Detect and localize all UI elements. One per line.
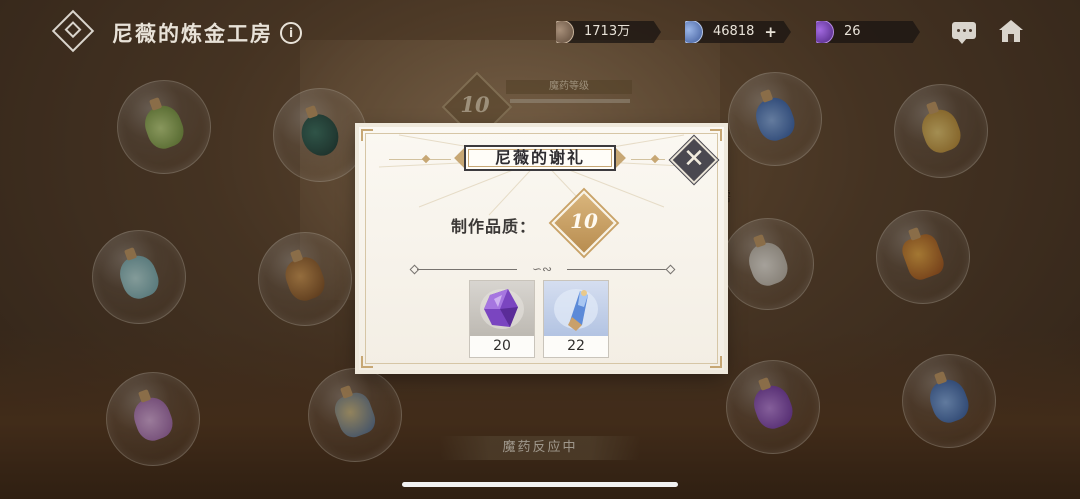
purple-crystal-icon [470, 281, 534, 337]
chat-dot [957, 29, 960, 32]
blue-crystal-icon [544, 281, 608, 337]
close-icon[interactable]: ✕ [677, 143, 711, 177]
resource-gold: 1713万 [556, 21, 661, 43]
reward-dialog: 尼薇的谢礼 ✕ 制作品质： 10 ∽∾ 20 22 [359, 127, 724, 370]
divider-line [417, 269, 517, 270]
add-crystal-button[interactable]: + [764, 21, 777, 43]
resource-gold-value: 1713万 [584, 24, 631, 39]
quality-label: 制作品质： [451, 217, 537, 236]
home-indicator-bar[interactable] [402, 482, 678, 487]
crystal-icon [685, 21, 703, 43]
page-title: 尼薇的炼金工房 [112, 21, 273, 46]
info-icon[interactable]: i [280, 22, 302, 44]
reward-item[interactable]: 20 [469, 280, 535, 358]
reward-item[interactable]: 22 [543, 280, 609, 358]
chat-dot [963, 29, 966, 32]
home-icon[interactable] [999, 20, 1023, 42]
modal-title: 尼薇的谢礼 [494, 148, 585, 167]
reward-count: 20 [470, 336, 534, 357]
corner-ornament [710, 356, 722, 368]
reward-count: 22 [544, 336, 608, 357]
back-icon[interactable] [51, 9, 95, 53]
divider-line [567, 269, 667, 270]
divider-diamond [665, 264, 676, 275]
title-line-left [389, 159, 451, 160]
chat-icon[interactable] [952, 22, 976, 44]
quality-value: 10 [570, 209, 598, 233]
gold-coin-icon [556, 21, 574, 43]
resource-crystal-value: 46818 [713, 24, 755, 39]
purple-gem-icon [816, 21, 834, 43]
ornamental-divider: ∽∾ [409, 262, 676, 276]
home-door [1008, 34, 1014, 42]
modal-title-banner: 尼薇的谢礼 [454, 145, 626, 173]
top-bar: 尼薇的炼金工房 i 1713万 46818 + 26 [0, 0, 1080, 62]
resource-gem: 26 [816, 21, 920, 43]
chat-dot [969, 29, 972, 32]
corner-ornament [361, 356, 373, 368]
resource-gem-value: 26 [844, 24, 861, 39]
divider-ornament: ∽∾ [531, 262, 553, 276]
resource-crystal: 46818 + [685, 21, 791, 43]
title-line-right [631, 159, 665, 160]
home-roof [999, 20, 1023, 30]
